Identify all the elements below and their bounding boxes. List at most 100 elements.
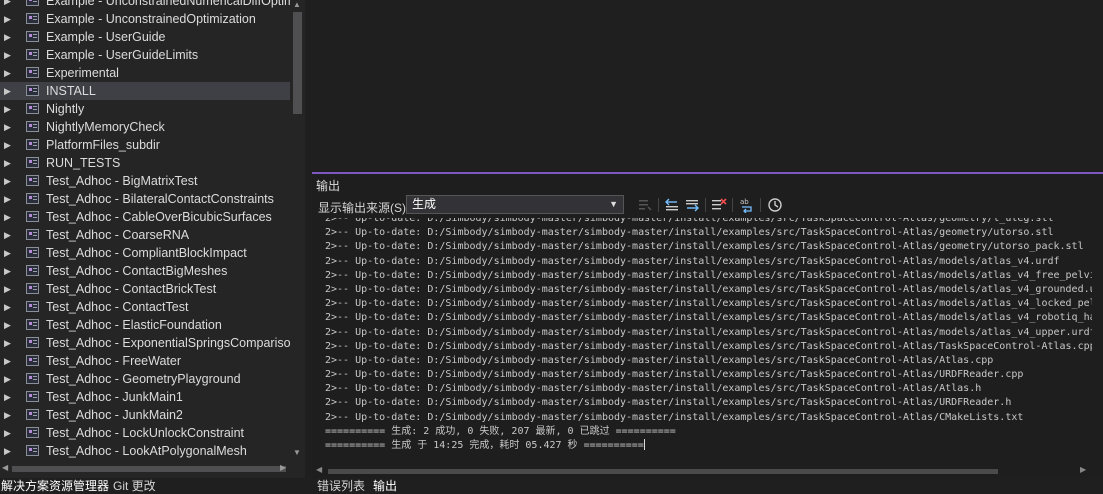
tree-item-label: Test_Adhoc - ExponentialSpringsCompariso…	[46, 336, 290, 350]
clear-all-icon[interactable]	[711, 197, 727, 213]
output-horizontal-scrollbar[interactable]: ◀ ▶	[312, 464, 1103, 478]
output-line: 2>-- Up-to-date: D:/Simbody/simbody-mast…	[325, 326, 1092, 340]
project-icon	[26, 247, 39, 258]
output-hscroll-thumb[interactable]	[328, 469, 998, 474]
expand-arrow-icon[interactable]: ▶	[4, 298, 14, 316]
scroll-right-arrow-icon[interactable]: ▶	[280, 463, 286, 472]
tree-item[interactable]: ▶ Test_Adhoc - ContactBrickTest	[0, 280, 290, 298]
expand-arrow-icon[interactable]: ▶	[4, 100, 14, 118]
output-line-text: 2>-- Up-to-date: D:/Simbody/simbody-mast…	[325, 227, 1054, 239]
tree-item-label: Test_Adhoc - FreeWater	[46, 354, 182, 368]
tab-solution-explorer[interactable]: 解决方案资源管理器	[1, 478, 109, 494]
expand-arrow-icon[interactable]: ▶	[4, 280, 14, 298]
show-timestamps-icon[interactable]	[767, 197, 783, 213]
tree-hscroll-thumb[interactable]	[12, 466, 286, 472]
tree-item[interactable]: ▶ Test_Adhoc - ContactTest	[0, 298, 290, 316]
expand-arrow-icon[interactable]: ▶	[4, 334, 14, 352]
tree-item[interactable]: ▶ Test_Adhoc - LookAtPolygonalMesh	[0, 442, 290, 460]
tree-item[interactable]: ▶ Example - UnconstrainedNumericalDiffOpt…	[0, 0, 290, 10]
tree-item[interactable]: ▶ Test_Adhoc - ExponentialSpringsComparis…	[0, 334, 290, 352]
expand-arrow-icon[interactable]: ▶	[4, 82, 14, 100]
tree-horizontal-scrollbar[interactable]: ◀ ▶	[0, 462, 290, 476]
expand-arrow-icon[interactable]: ▶	[4, 172, 14, 190]
tree-item[interactable]: ▶ Nightly	[0, 100, 290, 118]
expand-arrow-icon[interactable]: ▶	[4, 352, 14, 370]
expand-arrow-icon[interactable]: ▶	[4, 208, 14, 226]
expand-arrow-icon[interactable]: ▶	[4, 154, 14, 172]
solution-explorer: ▶ Example - UnconstrainedNumericalDiffOpt…	[0, 0, 305, 494]
tree-item[interactable]: ▶ Test_Adhoc - LockUnlockConstraint	[0, 424, 290, 442]
tree-item[interactable]: ▶ Experimental	[0, 64, 290, 82]
tree-item[interactable]: ▶ PlatformFiles_subdir	[0, 136, 290, 154]
tree-item[interactable]: ▶ RUN_TESTS	[0, 154, 290, 172]
output-line-text: 2>-- Up-to-date: D:/Simbody/simbody-mast…	[325, 340, 1092, 352]
output-line-text: 2>-- Up-to-date: D:/Simbody/simbody-mast…	[325, 411, 1024, 423]
output-panel-title: 输出	[316, 179, 341, 193]
tree-item[interactable]: ▶ Test_Adhoc - CableOverBicubicSurfaces	[0, 208, 290, 226]
tree-item-label: Experimental	[46, 66, 119, 80]
project-icon	[26, 49, 39, 60]
project-icon	[26, 139, 39, 150]
expand-arrow-icon[interactable]: ▶	[4, 406, 14, 424]
tab-error-list[interactable]: 错误列表	[317, 478, 365, 494]
scroll-down-arrow-icon[interactable]: ▼	[293, 448, 303, 457]
tree-item[interactable]: ▶ Test_Adhoc - BilateralContactConstraint…	[0, 190, 290, 208]
output-vertical-scrollbar[interactable]	[1092, 218, 1103, 464]
tree-scroll-thumb[interactable]	[293, 12, 302, 114]
expand-arrow-icon[interactable]: ▶	[4, 0, 14, 10]
tree-item[interactable]: ▶ Test_Adhoc - JunkMain1	[0, 388, 290, 406]
scroll-up-arrow-icon[interactable]: ▲	[293, 0, 303, 9]
project-icon	[26, 211, 39, 222]
output-line-text: 2>-- Up-to-date: D:/Simbody/simbody-mast…	[325, 269, 1092, 281]
tree-item[interactable]: ▶ Test_Adhoc - CoarseRNA	[0, 226, 290, 244]
tree-item[interactable]: ▶ Test_Adhoc - CompliantBlockImpact	[0, 244, 290, 262]
expand-arrow-icon[interactable]: ▶	[4, 226, 14, 244]
expand-arrow-icon[interactable]: ▶	[4, 118, 14, 136]
toggle-word-wrap-icon[interactable]: ab	[739, 197, 755, 213]
project-icon	[26, 193, 39, 204]
expand-arrow-icon[interactable]: ▶	[4, 10, 14, 28]
scroll-right-arrow-icon[interactable]: ▶	[1080, 465, 1086, 474]
tree-item-label: Example - UserGuideLimits	[46, 48, 199, 62]
expand-arrow-icon[interactable]: ▶	[4, 64, 14, 82]
tab-output[interactable]: 输出	[373, 478, 397, 494]
tree-item[interactable]: ▶ Test_Adhoc - ContactBigMeshes	[0, 262, 290, 280]
expand-arrow-icon[interactable]: ▶	[4, 190, 14, 208]
expand-arrow-icon[interactable]: ▶	[4, 424, 14, 442]
output-line: 2>-- Up-to-date: D:/Simbody/simbody-mast…	[325, 283, 1092, 297]
expand-arrow-icon[interactable]: ▶	[4, 46, 14, 64]
tree-item[interactable]: ▶ Test_Adhoc - BigMatrixTest	[0, 172, 290, 190]
tree-item[interactable]: ▶ Test_Adhoc - GeometryPlayground	[0, 370, 290, 388]
tree-item[interactable]: ▶ Test_Adhoc - JunkMain2	[0, 406, 290, 424]
tree-item[interactable]: ▶ Example - UnconstrainedOptimization	[0, 10, 290, 28]
tree-item-label: Test_Adhoc - CableOverBicubicSurfaces	[46, 210, 272, 224]
scroll-left-arrow-icon[interactable]: ◀	[2, 463, 8, 472]
output-line-text: 2>-- Up-to-date: D:/Simbody/simbody-mast…	[325, 397, 1012, 409]
prev-message-icon[interactable]	[664, 197, 680, 213]
expand-arrow-icon[interactable]: ▶	[4, 244, 14, 262]
tree-item[interactable]: ▶ Example - UserGuideLimits	[0, 46, 290, 64]
tree-vertical-scrollbar[interactable]: ▲ ▼	[290, 0, 305, 462]
tab-git-changes[interactable]: Git 更改	[113, 478, 156, 494]
output-line: 2>-- Up-to-date: D:/Simbody/simbody-mast…	[325, 255, 1092, 269]
output-line-text: 2>-- Up-to-date: D:/Simbody/simbody-mast…	[325, 298, 1092, 310]
tree-item[interactable]: ▶ Test_Adhoc - FreeWater	[0, 352, 290, 370]
find-message-icon[interactable]	[637, 197, 653, 213]
tree-item-label: Test_Adhoc - CoarseRNA	[46, 228, 190, 242]
output-line: 2>-- Up-to-date: D:/Simbody/simbody-mast…	[325, 218, 1092, 226]
expand-arrow-icon[interactable]: ▶	[4, 316, 14, 334]
expand-arrow-icon[interactable]: ▶	[4, 388, 14, 406]
expand-arrow-icon[interactable]: ▶	[4, 28, 14, 46]
expand-arrow-icon[interactable]: ▶	[4, 370, 14, 388]
expand-arrow-icon[interactable]: ▶	[4, 442, 14, 460]
output-source-dropdown[interactable]: 生成 ▼	[406, 195, 624, 214]
expand-arrow-icon[interactable]: ▶	[4, 262, 14, 280]
scroll-left-arrow-icon[interactable]: ◀	[316, 465, 322, 474]
expand-arrow-icon[interactable]: ▶	[4, 136, 14, 154]
tree-item[interactable]: ▶ INSTALL	[0, 82, 290, 100]
tree-item[interactable]: ▶ NightlyMemoryCheck	[0, 118, 290, 136]
next-message-icon[interactable]	[684, 197, 700, 213]
tree-item[interactable]: ▶ Example - UserGuide	[0, 28, 290, 46]
output-text-area[interactable]: 2>-- Up-to-date: D:/Simbody/simbody-mast…	[312, 218, 1092, 464]
tree-item[interactable]: ▶ Test_Adhoc - ElasticFoundation	[0, 316, 290, 334]
